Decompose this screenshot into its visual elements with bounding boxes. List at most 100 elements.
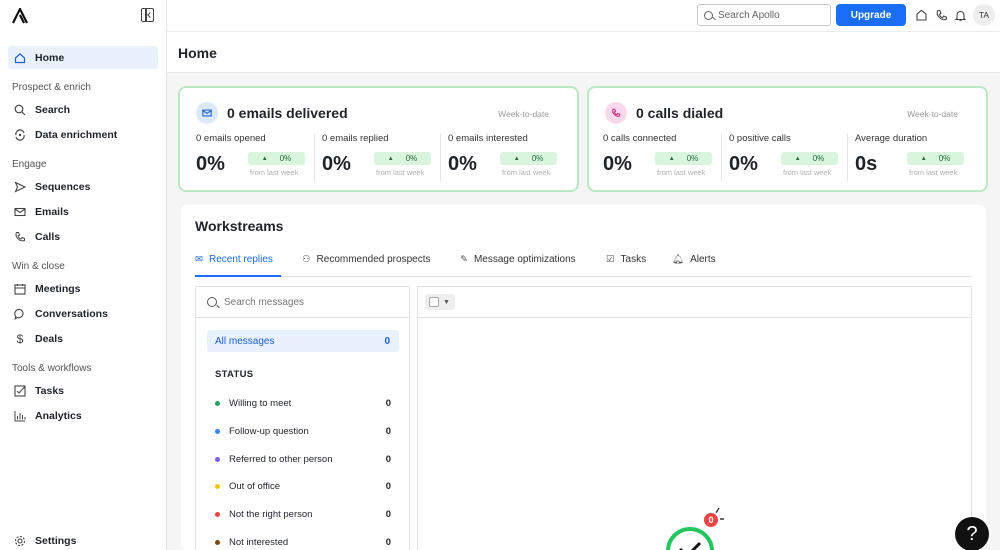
sidebar-item-deals[interactable]: $ Deals <box>8 327 158 350</box>
pencil-icon: ✎ <box>460 254 468 265</box>
sidebar-item-label: Home <box>35 51 65 64</box>
avatar[interactable]: TA <box>973 4 995 26</box>
notification-badge: 0 <box>702 511 720 529</box>
status-count: 0 <box>385 480 391 492</box>
tab-tasks[interactable]: ☑ Tasks <box>606 250 646 277</box>
sidebar-item-data-enrichment[interactable]: Data enrichment <box>8 123 158 146</box>
divider <box>440 133 441 181</box>
calls-dialed-title: 0 calls dialed <box>636 105 724 121</box>
change-value: 0% <box>531 154 544 163</box>
from-last-week: from last week <box>502 168 551 177</box>
home-icon <box>14 52 26 64</box>
sidebar-item-label: Calls <box>35 230 61 243</box>
metric-label: Average duration <box>855 133 928 144</box>
global-search-input[interactable]: Search Apollo <box>697 4 831 26</box>
status-dot <box>215 400 220 406</box>
tab-message-optimizations[interactable]: ✎ Message optimizations <box>460 250 576 277</box>
tab-recent-replies[interactable]: ✉ Recent replies <box>195 250 281 277</box>
select-all-checkbox[interactable] <box>429 297 439 307</box>
chat-icon <box>14 308 26 320</box>
metric-emails-opened[interactable]: 0 emails opened 0% ▲ 0% from last week <box>196 133 311 183</box>
tab-label: Recent replies <box>208 254 273 265</box>
metric-label: 0 emails replied <box>322 133 389 144</box>
select-all-dropdown[interactable]: ▼ <box>425 294 455 310</box>
upgrade-button[interactable]: Upgrade <box>836 4 906 26</box>
from-last-week: from last week <box>657 168 706 177</box>
sidebar-item-conversations[interactable]: Conversations <box>8 302 158 325</box>
status-referred[interactable]: Referred to other person 0 <box>215 452 391 466</box>
bell-icon: 🔔︎ <box>672 254 685 265</box>
change-badge: ▲ 0% <box>655 152 712 165</box>
page-title: Home <box>178 45 217 61</box>
sidebar-item-search[interactable]: Search <box>8 98 158 121</box>
sidebar-item-label: Data enrichment <box>35 128 118 141</box>
checkbox-icon: ☑ <box>606 254 615 265</box>
metric-value: 0% <box>448 153 477 175</box>
sidebar-item-emails[interactable]: Emails <box>8 200 158 223</box>
sidebar-item-label: Meetings <box>35 282 81 295</box>
status-out-of-office[interactable]: Out of office 0 <box>215 479 391 493</box>
page-title-bar: Home <box>167 32 1000 73</box>
status-label: Out of office <box>229 480 281 492</box>
change-value: 0% <box>686 154 699 163</box>
sidebar-item-home[interactable]: Home <box>8 46 158 69</box>
metric-value: 0s <box>855 153 878 175</box>
metric-calls-connected[interactable]: 0 calls connected 0% ▲ 0% from last week <box>603 133 718 183</box>
mail-icon <box>196 102 218 124</box>
change-value: 0% <box>405 154 418 163</box>
help-button[interactable]: ? <box>955 517 989 550</box>
divider <box>314 133 315 181</box>
sidebar-item-sequences[interactable]: Sequences <box>8 175 158 198</box>
metric-emails-replied[interactable]: 0 emails replied 0% ▲ 0% from last week <box>322 133 437 183</box>
filter-count: 0 <box>384 335 390 347</box>
metric-label: 0 emails interested <box>448 133 528 144</box>
section-prospect-enrich: Prospect & enrich <box>12 82 91 93</box>
search-messages-input[interactable]: Search messages <box>196 287 409 318</box>
extensions-icon[interactable] <box>914 8 928 22</box>
period-label: Week-to-date <box>498 109 549 119</box>
sidebar-item-analytics[interactable]: Analytics <box>8 404 158 427</box>
status-not-interested[interactable]: Not interested 0 <box>215 535 391 549</box>
sidebar-item-tasks[interactable]: Tasks <box>8 379 158 402</box>
filter-label: All messages <box>215 335 275 347</box>
collapse-sidebar-icon[interactable] <box>141 8 154 22</box>
workstreams-tabs: ✉ Recent replies ⚇ Recommended prospects… <box>195 250 972 277</box>
metric-positive-calls[interactable]: 0 positive calls 0% ▲ 0% from last week <box>729 133 844 183</box>
sidebar-item-meetings[interactable]: Meetings <box>8 277 158 300</box>
arrow-up-icon: ▲ <box>387 155 394 162</box>
status-count: 0 <box>385 536 391 548</box>
sidebar-item-label: Tasks <box>35 384 64 397</box>
change-value: 0% <box>279 154 292 163</box>
period-label: Week-to-date <box>907 109 958 119</box>
top-header: Search Apollo Upgrade TA <box>167 0 1000 32</box>
from-last-week: from last week <box>376 168 425 177</box>
apollo-logo-icon[interactable] <box>12 8 30 24</box>
detail-toolbar: ▼ <box>418 287 971 318</box>
status-not-right-person[interactable]: Not the right person 0 <box>215 507 391 521</box>
from-last-week: from last week <box>250 168 299 177</box>
status-dot <box>215 539 220 545</box>
change-value: 0% <box>812 154 825 163</box>
status-follow-up-question[interactable]: Follow-up question 0 <box>215 424 391 438</box>
all-messages-filter[interactable]: All messages 0 <box>207 330 399 352</box>
calls-stat-card: 0 calls dialed Week-to-date 0 calls conn… <box>587 86 988 192</box>
phone-icon[interactable] <box>934 8 948 22</box>
sidebar-item-calls[interactable]: Calls <box>8 225 158 248</box>
status-willing-to-meet[interactable]: Willing to meet 0 <box>215 396 391 410</box>
status-count: 0 <box>385 397 391 409</box>
metric-label: 0 positive calls <box>729 133 791 144</box>
tab-recommended-prospects[interactable]: ⚇ Recommended prospects <box>302 250 430 277</box>
sidebar-item-settings[interactable]: Settings <box>8 529 158 550</box>
dollar-icon: $ <box>16 331 24 346</box>
metric-average-duration[interactable]: Average duration 0s ▲ 0% from last week <box>855 133 970 183</box>
user-plus-icon: ⚇ <box>302 254 311 265</box>
search-placeholder: Search Apollo <box>718 9 780 21</box>
bell-icon[interactable] <box>953 8 967 22</box>
arrow-up-icon: ▲ <box>668 155 675 162</box>
empty-state-illustration: 0 <box>664 505 725 550</box>
metric-emails-interested[interactable]: 0 emails interested 0% ▲ 0% from last wee… <box>448 133 563 183</box>
search-icon <box>207 297 217 307</box>
tab-alerts[interactable]: 🔔︎ Alerts <box>672 250 716 277</box>
tab-label: Message optimizations <box>473 254 576 265</box>
status-dot <box>215 511 220 517</box>
